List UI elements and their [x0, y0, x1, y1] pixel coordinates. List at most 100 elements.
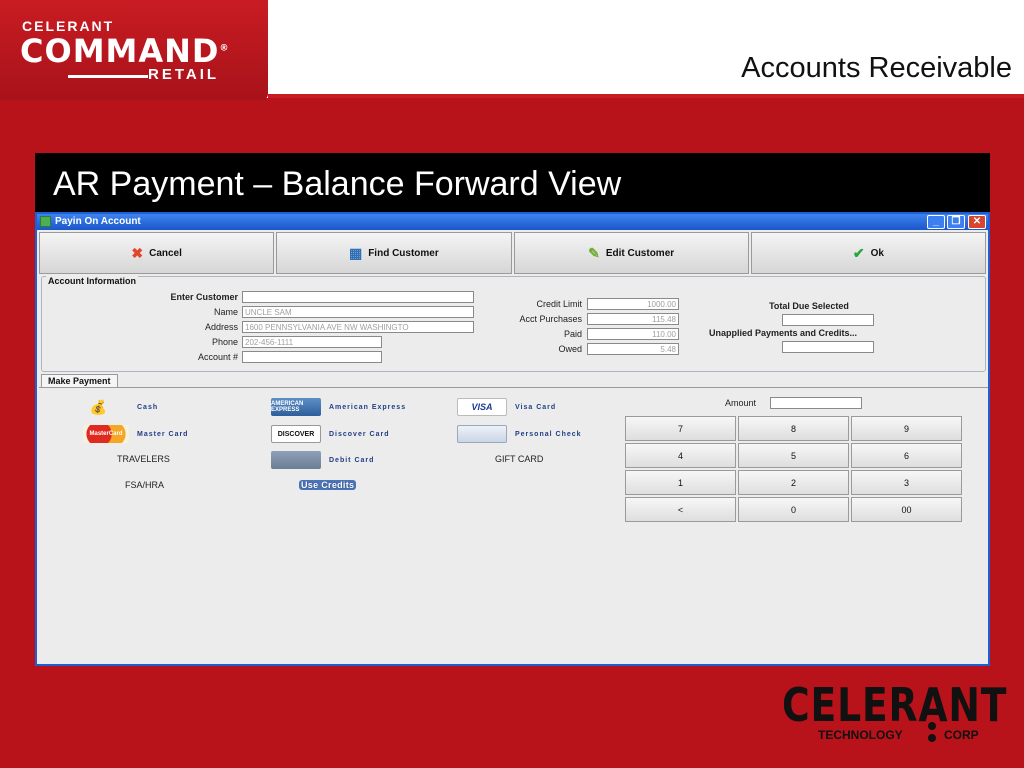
minimize-button[interactable]: _ — [927, 215, 945, 229]
total-due-selected-label: Total Due Selected — [769, 301, 849, 311]
enter-customer-input[interactable] — [242, 291, 474, 303]
visa-button[interactable]: VISA Visa Card — [457, 398, 556, 416]
key-00[interactable]: 00 — [851, 497, 962, 522]
find-customer-button[interactable]: ▦ Find Customer — [276, 232, 512, 274]
enter-customer-label: Enter Customer — [170, 292, 238, 302]
app-icon — [40, 216, 51, 227]
key-1[interactable]: 1 — [625, 470, 736, 495]
paid-field: 110.00 — [587, 328, 679, 340]
restore-button[interactable]: ❐ — [947, 215, 965, 229]
owed-label: Owed — [558, 344, 582, 354]
slide-title-bar: AR Payment – Balance Forward View — [35, 153, 990, 213]
debit-card-button[interactable]: Debit Card — [271, 451, 374, 469]
slide-title: AR Payment – Balance Forward View — [53, 165, 622, 203]
numeric-keypad: 7 8 9 4 5 6 1 2 3 < 0 00 — [625, 416, 963, 522]
credit-limit-label: Credit Limit — [536, 299, 582, 309]
amount-label: Amount — [725, 398, 757, 408]
logo-divider — [68, 75, 148, 78]
account-information-legend: Account Information — [46, 276, 138, 286]
personal-check-label: Personal Check — [515, 430, 582, 438]
acct-purchases-field: 115.48 — [587, 313, 679, 325]
visa-label: Visa Card — [515, 403, 557, 411]
command-retail-logo: CELERANT COMMAND® RETAIL — [0, 0, 268, 100]
window-title: Payin On Account — [55, 216, 141, 227]
logo-bottom-text: RETAIL — [148, 66, 220, 83]
key-6[interactable]: 6 — [851, 443, 962, 468]
key-backspace[interactable]: < — [625, 497, 736, 522]
slide-header: CELERANT COMMAND® RETAIL Accounts Receiv… — [0, 0, 1024, 100]
celerant-logo-registered: ® — [990, 712, 996, 721]
logo-dot-icon — [928, 734, 936, 742]
name-label: Name — [213, 307, 238, 317]
account-information-panel: Account Information Enter Customer Name … — [41, 276, 986, 372]
check-icon: ✔ — [852, 245, 865, 261]
key-3[interactable]: 3 — [851, 470, 962, 495]
account-number-field[interactable] — [242, 351, 382, 363]
ok-label: Ok — [870, 247, 884, 259]
key-2[interactable]: 2 — [738, 470, 849, 495]
close-button[interactable]: ✕ — [968, 215, 986, 229]
fsa-hra-button[interactable]: FSA/HRA — [125, 480, 164, 490]
discover-label: Discover Card — [329, 430, 390, 438]
check-icon-image — [457, 425, 507, 443]
key-8[interactable]: 8 — [738, 416, 849, 441]
edit-customer-label: Edit Customer — [605, 247, 675, 259]
logo-main-word: COMMAND — [20, 32, 220, 70]
address-field[interactable]: 1600 PENNSYLVANIA AVE NW WASHINGTO — [242, 321, 474, 333]
key-5[interactable]: 5 — [738, 443, 849, 468]
key-9[interactable]: 9 — [851, 416, 962, 441]
phone-field[interactable]: 202-456-1111 — [242, 336, 382, 348]
cash-label: Cash — [137, 403, 159, 411]
celerant-logo-main: CELERANT — [782, 678, 1008, 732]
window-title-bar[interactable]: Payin On Account _ ❐ ✕ — [37, 214, 988, 230]
ok-button[interactable]: ✔ Ok — [750, 232, 986, 274]
logo-registered-mark: ® — [219, 43, 230, 54]
name-field[interactable]: UNCLE SAM — [242, 306, 474, 318]
use-credits-button[interactable]: Use Credits — [299, 480, 357, 490]
discover-button[interactable]: DISCOVER Discover Card — [271, 425, 389, 443]
visa-card-icon: VISA — [457, 398, 507, 416]
discover-card-icon: DISCOVER — [271, 425, 321, 443]
cash-button[interactable]: 💰 Cash — [73, 398, 158, 416]
cancel-label: Cancel — [149, 247, 182, 259]
cancel-icon: ✖ — [131, 245, 144, 261]
celerant-logo-technology: TECHNOLOGY — [818, 728, 903, 742]
edit-customer-icon: ✎ — [588, 245, 600, 261]
personal-check-button[interactable]: Personal Check — [457, 425, 582, 443]
owed-field: 5.48 — [587, 343, 679, 355]
acct-purchases-label: Acct Purchases — [519, 314, 582, 324]
total-due-selected-field — [782, 314, 874, 326]
payin-window: Payin On Account _ ❐ ✕ ✖ Cancel ▦ Find C… — [35, 212, 990, 666]
amount-input[interactable] — [770, 397, 862, 409]
celerant-logo: CELERANT ® TECHNOLOGY CORP — [782, 678, 1007, 756]
amex-button[interactable]: AMERICAN EXPRESS American Express — [271, 398, 406, 416]
gift-card-button[interactable]: GIFT CARD — [495, 454, 543, 464]
key-4[interactable]: 4 — [625, 443, 736, 468]
address-label: Address — [204, 322, 238, 332]
find-customer-icon: ▦ — [348, 245, 363, 261]
credit-limit-field: 1000.00 — [587, 298, 679, 310]
phone-label: Phone — [211, 337, 238, 347]
key-7[interactable]: 7 — [625, 416, 736, 441]
unapplied-payments-label[interactable]: Unapplied Payments and Credits... — [690, 328, 876, 338]
tab-make-payment[interactable]: Make Payment — [41, 374, 118, 388]
toolbar: ✖ Cancel ▦ Find Customer ✎ Edit Customer… — [39, 232, 986, 274]
travelers-button[interactable]: TRAVELERS — [117, 454, 170, 464]
mastercard-button[interactable]: MasterCard Master Card — [83, 425, 188, 443]
amex-label: American Express — [329, 403, 407, 411]
celerant-logo-corp: CORP — [944, 728, 979, 742]
mastercard-icon: MasterCard — [83, 425, 129, 443]
find-customer-label: Find Customer — [368, 247, 439, 259]
paid-label: Paid — [563, 329, 582, 339]
key-0[interactable]: 0 — [738, 497, 849, 522]
logo-main-text: COMMAND® — [20, 32, 229, 70]
unapplied-payments-field — [782, 341, 874, 353]
cancel-button[interactable]: ✖ Cancel — [39, 232, 275, 274]
cash-icon: 💰 — [89, 398, 109, 415]
edit-customer-button[interactable]: ✎ Edit Customer — [513, 232, 749, 274]
header-rule — [268, 94, 1024, 98]
logo-dot-icon — [928, 722, 936, 730]
account-number-label: Account # — [197, 352, 238, 362]
section-title: Accounts Receivable — [741, 52, 1012, 84]
mastercard-label: Master Card — [137, 430, 189, 438]
